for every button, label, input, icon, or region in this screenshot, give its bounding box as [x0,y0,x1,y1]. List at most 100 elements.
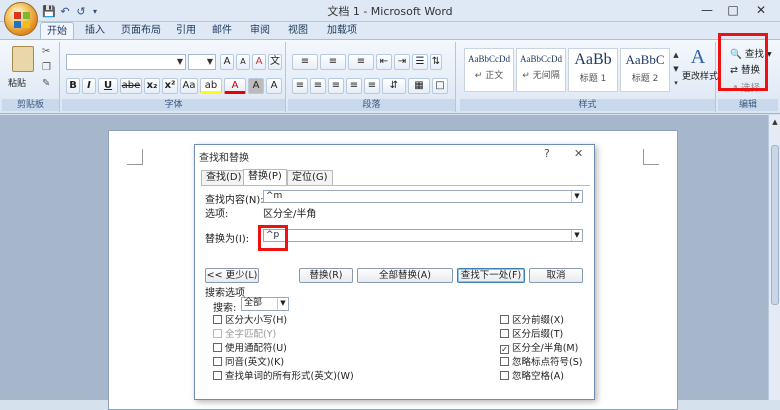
tab-find[interactable]: 查找(D) [201,170,247,185]
char-shading-button[interactable]: A [248,78,264,94]
option-checkbox[interactable]: 使用通配符(U) [213,343,287,355]
align-left-icon[interactable]: ≡ [292,78,308,94]
close-icon[interactable]: ✕ [750,2,772,18]
dialog-close-button[interactable]: ✕ [574,147,583,160]
line-spacing-icon[interactable]: ⇵ [382,78,406,94]
underline-button[interactable]: U [98,78,118,94]
checkbox-icon[interactable] [213,343,222,352]
change-styles-button[interactable]: A 更改样式 [682,46,718,82]
checkbox-icon[interactable] [500,329,509,338]
tab-page-layout[interactable]: 页面布局 [118,22,164,40]
scroll-thumb[interactable] [771,145,779,305]
chevron-down-icon[interactable]: ▼ [277,298,288,310]
option-checkbox[interactable]: 区分大小写(H) [213,315,287,327]
replace-all-button[interactable]: 全部替换(A) [357,268,453,283]
replace-once-button[interactable]: 替换(R) [299,268,353,283]
scroll-up-icon[interactable]: ▲ [770,117,780,127]
style-heading-2[interactable]: AaBbC 标题 2 [620,48,670,92]
search-direction-label: 搜索: [213,303,237,314]
subscript-button[interactable]: x₂ [144,78,160,94]
italic-button[interactable]: I [82,78,96,94]
paste-label[interactable]: 粘贴 [8,76,26,89]
checkbox-icon[interactable] [213,371,222,380]
bullets-icon[interactable]: ≡ [292,54,318,70]
paste-icon[interactable] [12,46,34,72]
align-center-icon[interactable]: ≡ [310,78,326,94]
distributed-icon[interactable]: ≡ [364,78,380,94]
office-button[interactable] [4,2,38,36]
clear-format-button[interactable]: A [252,54,266,70]
strikethrough-button[interactable]: abe [120,78,142,94]
style-normal[interactable]: AaBbCcDd ↵ 正文 [464,48,514,92]
option-label: 全字匹配(Y) [225,329,277,340]
increase-indent-icon[interactable]: ⇥ [394,54,410,70]
cut-icon[interactable]: ✂ [42,46,50,57]
find-input[interactable]: ^m ▼ [263,190,583,203]
less-button[interactable]: << 更少(L) [205,268,259,283]
tab-mailings[interactable]: 邮件 [208,22,236,40]
numbering-icon[interactable]: ≡ [320,54,346,70]
vertical-scrollbar[interactable]: ▲ [768,115,780,400]
copy-icon[interactable]: ❐ [42,62,51,73]
styles-scroll-icon[interactable]: ▲ ▼ ▾ [672,48,680,92]
option-checkbox[interactable]: 区分后缀(T) [500,329,563,341]
decrease-indent-icon[interactable]: ⇤ [376,54,392,70]
tab-addins[interactable]: 加载项 [322,22,362,40]
checkbox-icon [213,329,222,338]
styles-group-label: 样式 [460,99,715,111]
checkbox-icon[interactable] [213,315,222,324]
superscript-button[interactable]: x² [162,78,178,94]
font-size-combo[interactable]: ▼ [188,54,216,70]
option-checkbox[interactable]: 忽略标点符号(S) [500,357,582,369]
tab-insert[interactable]: 插入 [80,22,110,40]
paragraph-group: ≡ ≡ ≡ ⇤ ⇥ ☰ ⇅ ≡ ≡ ≡ ≡ ≡ ⇵ ▦ □ 段落 [288,42,456,112]
replace-input[interactable]: ^p ▼ [263,229,583,242]
chevron-down-icon[interactable]: ▼ [571,230,582,241]
option-checkbox[interactable]: 区分前缀(X) [500,315,564,327]
chevron-down-icon[interactable]: ▼ [571,191,582,202]
font-name-combo[interactable]: ▼ [66,54,186,70]
char-border-button[interactable]: A [266,78,282,94]
tab-view[interactable]: 视图 [284,22,312,40]
checkbox-checked-icon[interactable]: ✓ [500,345,509,354]
checkbox-icon[interactable] [500,357,509,366]
minimize-icon[interactable]: — [696,2,718,18]
checkbox-icon[interactable] [213,357,222,366]
chinese-layout-icon[interactable]: ☰ [412,54,428,70]
search-direction-select[interactable]: 全部 ▼ [241,297,289,311]
option-checkbox[interactable]: 忽略空格(A) [500,371,564,383]
option-checkbox[interactable]: ✓ 区分全/半角(M) [500,343,578,355]
bold-button[interactable]: B [66,78,80,94]
tab-replace[interactable]: 替换(P) [243,169,287,185]
find-label: 查找内容(N): [205,195,264,206]
tab-review[interactable]: 审阅 [246,22,274,40]
justify-icon[interactable]: ≡ [346,78,362,94]
shading-icon[interactable]: ▦ [408,78,430,94]
change-case-button[interactable]: Aa [180,78,198,94]
font-color-button[interactable]: A [224,78,246,94]
multilevel-list-icon[interactable]: ≡ [348,54,374,70]
phonetic-guide-button[interactable]: 文 [268,54,282,70]
align-right-icon[interactable]: ≡ [328,78,344,94]
tab-goto[interactable]: 定位(G) [287,170,333,185]
format-painter-icon[interactable]: ✎ [42,78,50,89]
checkbox-icon[interactable] [500,315,509,324]
grow-font-button[interactable]: A [220,54,234,70]
option-label: 区分全/半角(M) [512,343,579,354]
maximize-icon[interactable]: □ [722,2,744,18]
cancel-button[interactable]: 取消 [529,268,583,283]
highlight-button[interactable]: ab [200,78,222,94]
tab-references[interactable]: 引用 [172,22,200,40]
checkbox-icon[interactable] [500,371,509,380]
sort-icon[interactable]: ⇅ [430,54,442,70]
shrink-font-button[interactable]: A [236,54,250,70]
option-checkbox[interactable]: 同音(英文)(K) [213,357,284,369]
style-heading-1[interactable]: AaBb 标题 1 [568,48,618,92]
find-next-button[interactable]: 查找下一处(F) [457,268,525,283]
crop-mark [127,149,143,165]
style-no-spacing[interactable]: AaBbCcDd ↵ 无间隔 [516,48,566,92]
tab-home[interactable]: 开始 [40,22,74,40]
help-button[interactable]: ? [544,147,550,160]
borders-icon[interactable]: □ [432,78,448,94]
option-checkbox[interactable]: 查找单词的所有形式(英文)(W) [213,371,354,383]
